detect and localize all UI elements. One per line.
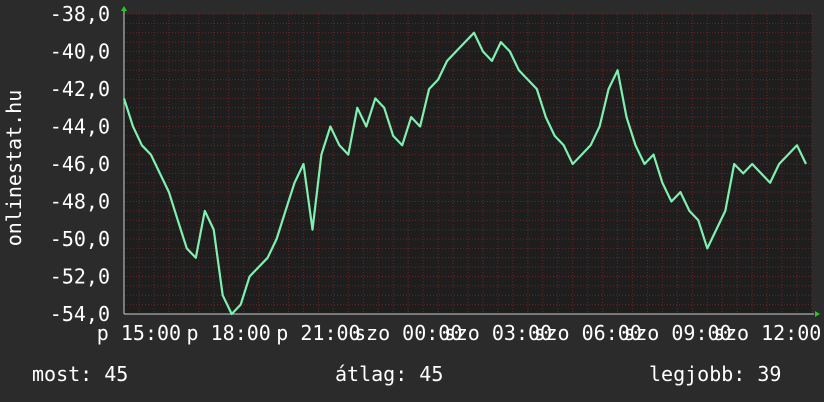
y-tick-label: -44,0 <box>50 115 110 139</box>
x-axis-arrow-icon <box>815 311 820 317</box>
y-tick-label: -40,0 <box>50 40 110 64</box>
watermark-text: onlinestat.hu <box>2 89 26 247</box>
x-tick-label: p 18:00 <box>187 321 271 345</box>
y-tick-label: -52,0 <box>50 265 110 289</box>
average-value-text: átlag: 45 <box>335 362 444 386</box>
best-value-text: legjobb: 39 <box>649 362 782 386</box>
x-tick-labels: p 15:00 p 18:00 p 21:00szo 00:00szo 03:00s… <box>97 321 822 345</box>
y-tick-label: -50,0 <box>50 227 110 251</box>
x-tick-label: p 15:00 <box>97 321 181 345</box>
y-tick-labels: -38,0 -40,0 -42,0 -44,0 -46,0 -48,0 -50,0 -52,0… <box>50 2 110 326</box>
y-tick-label: -38,0 <box>50 2 110 26</box>
y-axis-arrow-icon <box>121 6 127 11</box>
x-tick-label: p 21:00 <box>276 321 360 345</box>
x-tick-label: szo 12:00 <box>713 321 821 345</box>
y-tick-label: -46,0 <box>50 152 110 176</box>
current-value-text: most: 45 <box>32 362 129 386</box>
chart: -38,0 -40,0 -42,0 -44,0 -46,0 -48,0 -50,0 -52,0… <box>50 2 822 345</box>
y-tick-label: -42,0 <box>50 77 110 101</box>
y-tick-label: -48,0 <box>50 190 110 214</box>
